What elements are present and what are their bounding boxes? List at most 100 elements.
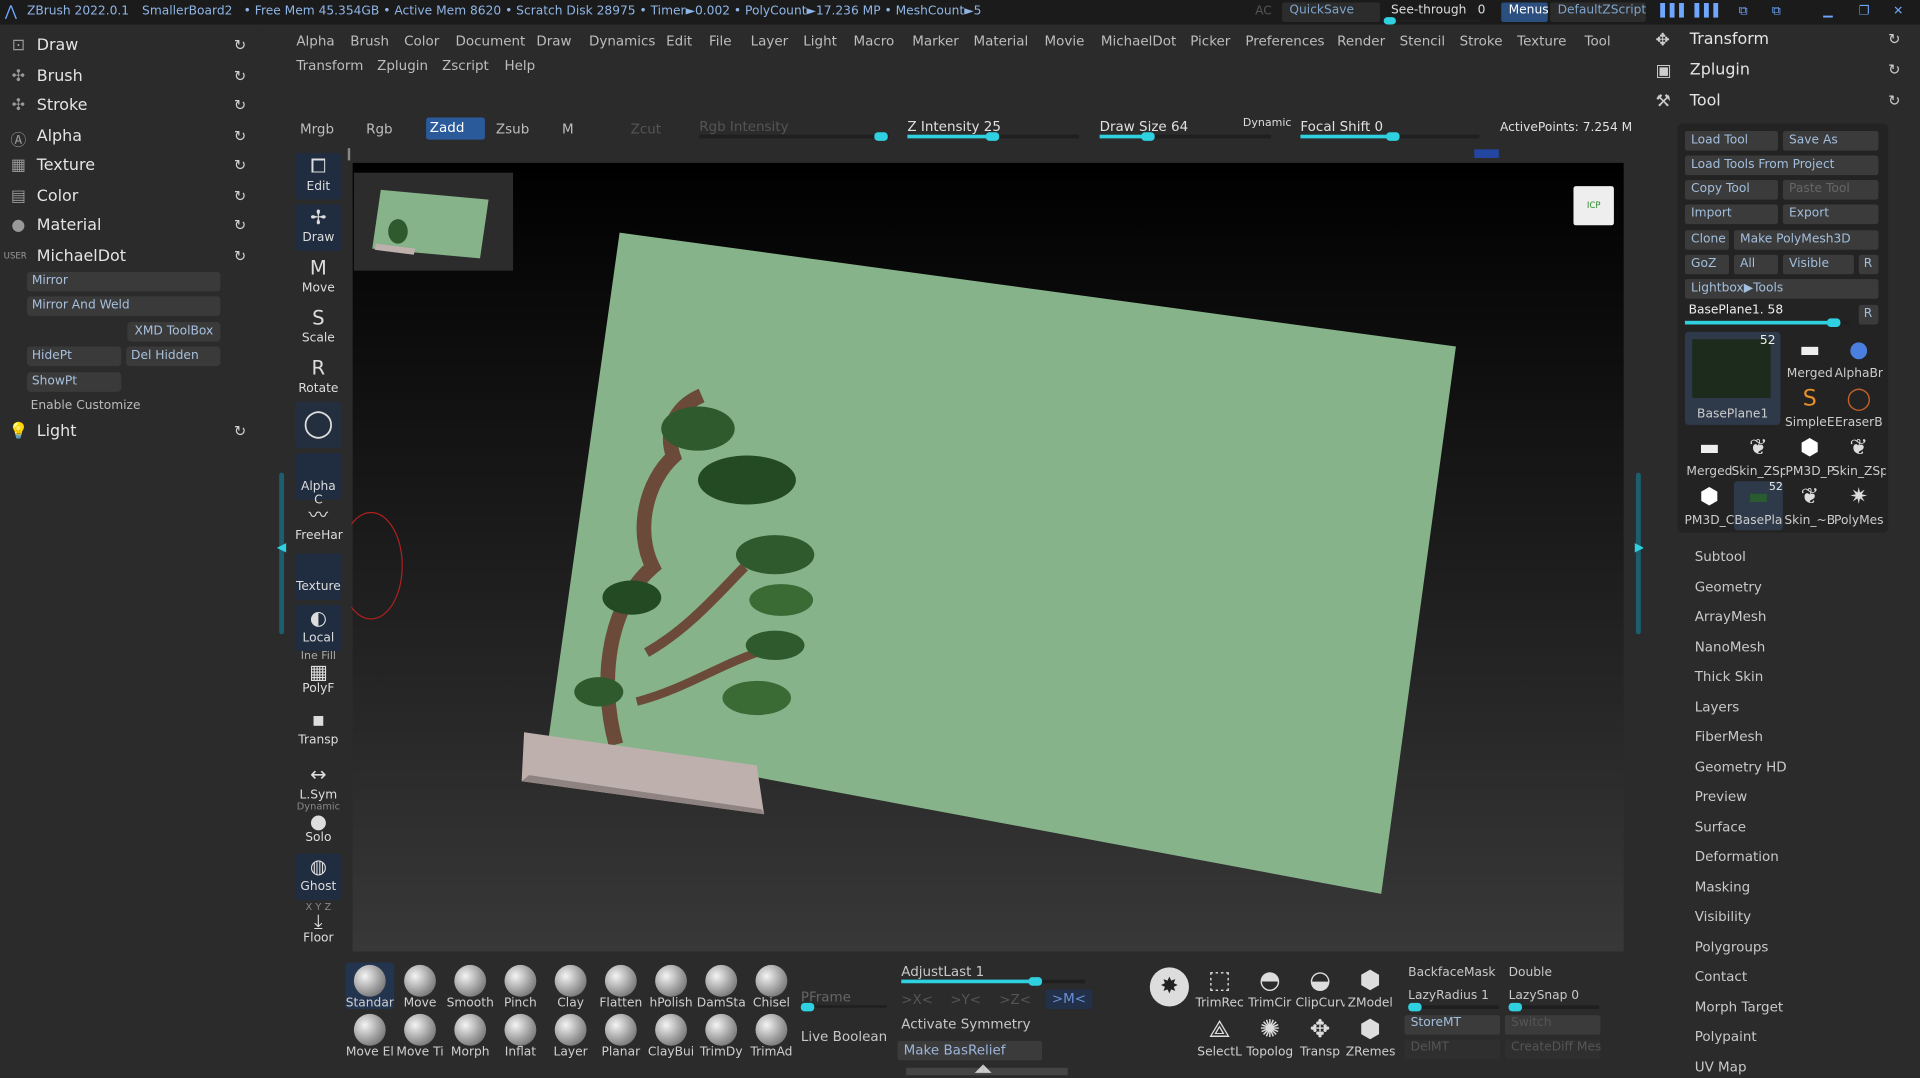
rgb-button[interactable]: Rgb [366, 121, 392, 137]
tool-trimrec[interactable]: ⬚ TrimRec [1195, 962, 1244, 1010]
lazy-radius-label[interactable]: LazyRadius 1 [1408, 989, 1489, 1002]
symmetry-x-button[interactable]: >X< [901, 992, 933, 1008]
subpalette-contact[interactable]: Contact [1695, 969, 1747, 985]
palette-alpha[interactable]: Ⓐ Alpha ↻ [0, 122, 260, 151]
subpalette-preview[interactable]: Preview [1695, 789, 1747, 805]
tool-thumbnail[interactable]: ▬ Merged [1685, 432, 1734, 481]
subpalette-masking[interactable]: Masking [1695, 879, 1751, 895]
menu-tool[interactable]: Tool [1585, 33, 1611, 49]
zadd-button[interactable]: Zadd [426, 117, 485, 140]
transp-button[interactable]: ▪ Transp [295, 707, 342, 754]
subpalette-polypaint[interactable]: Polypaint [1695, 1029, 1757, 1045]
zsub-button[interactable]: Zsub [496, 121, 529, 137]
collapse-left-icon[interactable]: ◀ [277, 541, 286, 554]
default-zscript-button[interactable]: DefaultZScript [1550, 2, 1646, 23]
subpalette-surface[interactable]: Surface [1695, 819, 1746, 835]
tool-thumbnail[interactable]: ❦ Skin_~B [1784, 481, 1835, 530]
subpalette-layers[interactable]: Layers [1695, 699, 1740, 715]
load-tools-from-project-button[interactable]: Load Tools From Project [1684, 155, 1879, 176]
dynamic-toggle[interactable]: Dynamic [1243, 118, 1292, 130]
palette-texture[interactable]: ▦ Texture ↻ [0, 152, 260, 181]
refresh-icon[interactable]: ↻ [1888, 61, 1900, 78]
camera-view-widget[interactable]: ICP [1573, 186, 1614, 226]
refresh-icon[interactable]: ↻ [1888, 31, 1900, 48]
focal-shift-slider[interactable] [1300, 132, 1480, 141]
menu-stroke[interactable]: Stroke [1460, 33, 1503, 49]
menu-material[interactable]: Material [973, 33, 1028, 49]
tool-thumbnail[interactable]: ✷ PolyMes [1834, 481, 1884, 530]
menu-transform[interactable]: Transform [296, 58, 363, 74]
rotate-button[interactable]: R Rotate [295, 355, 342, 402]
subpalette-geometry-hd[interactable]: Geometry HD [1695, 759, 1787, 775]
subpalette-uv-map[interactable]: UV Map [1695, 1059, 1747, 1075]
tool-thumbnail[interactable]: S SimpleE [1785, 383, 1835, 432]
scroll-arrows-icon[interactable]: ◢◣ [975, 1063, 992, 1075]
baseplane-slider-label[interactable]: BasePlane1. 58 [1689, 304, 1784, 317]
menu-zscript[interactable]: Zscript [442, 58, 489, 74]
clone-button[interactable]: Clone [1684, 230, 1729, 250]
menu-edit[interactable]: Edit [666, 33, 692, 49]
lazy-radius-slider[interactable] [1408, 1002, 1499, 1012]
stroke-selector-button[interactable]: 〰 FreeHar [295, 502, 343, 549]
m-button[interactable]: M [562, 121, 574, 137]
sculptris-mode-icon[interactable]: ✸ [1149, 967, 1189, 1007]
brush-damsta[interactable]: DamSta [697, 962, 746, 1010]
live-boolean-toggle[interactable]: Live Boolean [801, 1029, 887, 1045]
rgb-intensity-label[interactable]: Rgb Intensity [699, 119, 788, 135]
backface-mask-toggle[interactable]: BackfaceMask [1408, 966, 1495, 979]
edit-button[interactable]: ⧠ Edit [295, 153, 342, 200]
move-button[interactable]: M Move [295, 255, 342, 302]
brush-inflat[interactable]: Inflat [496, 1011, 545, 1059]
focal-shift-label[interactable]: Focal Shift 0 [1300, 119, 1383, 135]
activate-symmetry-button[interactable]: Activate Symmetry [901, 1016, 1030, 1032]
menu-help[interactable]: Help [504, 58, 535, 74]
refresh-icon[interactable]: ↻ [234, 217, 251, 234]
palette-draw[interactable]: ⊡ Draw ↻ [0, 32, 260, 61]
tool-thumbnail[interactable]: ▬ Merged [1785, 334, 1834, 383]
subpalette-subtool[interactable]: Subtool [1695, 549, 1746, 565]
pframe-slider[interactable] [800, 1002, 887, 1012]
polyf-button[interactable]: Ine Fill ▦ PolyF [295, 650, 342, 697]
lazy-snap-slider[interactable] [1508, 1002, 1600, 1012]
delmt-button[interactable]: DelMT [1404, 1039, 1501, 1060]
brush-trimdy[interactable]: TrimDy [697, 1011, 746, 1059]
refresh-icon[interactable]: ↻ [234, 67, 251, 84]
subpalette-visibility[interactable]: Visibility [1695, 909, 1751, 925]
brush-planar[interactable]: Planar [596, 1011, 645, 1059]
current-tool-thumbnail[interactable]: 52 BasePlane1 [1684, 331, 1781, 425]
brush-claybui[interactable]: ClayBui [647, 1011, 696, 1059]
palette-material[interactable]: ● Material ↻ [0, 212, 260, 241]
tool-thumbnail[interactable]: ❦ Skin_ZSp [1832, 432, 1886, 481]
menu-alpha[interactable]: Alpha [296, 33, 334, 49]
r-button[interactable]: R [1858, 254, 1879, 275]
menu-michaeldot[interactable]: MichaelDot [1101, 33, 1176, 49]
zcut-button[interactable]: Zcut [631, 121, 661, 137]
tool-thumbnail[interactable]: ◯ EraserB [1834, 383, 1883, 432]
brush-selector-button[interactable]: ◯ [295, 401, 342, 449]
switch-button[interactable]: Switch [1504, 1015, 1601, 1035]
subpalette-morph-target[interactable]: Morph Target [1695, 999, 1783, 1015]
menu-marker[interactable]: Marker [912, 33, 959, 49]
goz-button[interactable]: GoZ [1684, 254, 1729, 275]
refresh-icon[interactable]: ↻ [234, 247, 251, 264]
all-button[interactable]: All [1733, 254, 1778, 275]
baseplane-slider[interactable] [1684, 318, 1849, 327]
brush-layer[interactable]: Layer [546, 1011, 595, 1059]
enable-customize-label[interactable]: Enable Customize [31, 399, 141, 412]
palette-zplugin[interactable]: ▣ Zplugin ↻ [1653, 58, 1910, 87]
menu-light[interactable]: Light [803, 33, 837, 49]
menu-layer[interactable]: Layer [751, 33, 789, 49]
brush-move-el[interactable]: Move El [345, 1011, 394, 1059]
menu-brush[interactable]: Brush [350, 33, 389, 49]
refresh-icon[interactable]: ↻ [234, 422, 251, 439]
floor-button[interactable]: X Y Z ⤓ Floor [295, 901, 342, 948]
menu-preferences[interactable]: Preferences [1245, 33, 1324, 49]
import-button[interactable]: Import [1684, 204, 1778, 225]
hidept-button[interactable]: HidePt [26, 346, 122, 367]
tool-clipcurv[interactable]: ◒ ClipCurv [1296, 962, 1345, 1010]
tool-thumbnail[interactable]: ⬢ PM3D_C [1684, 481, 1734, 530]
brush-move[interactable]: Move [396, 962, 445, 1010]
adjust-last-slider[interactable] [901, 977, 1085, 986]
refresh-icon[interactable]: ↻ [234, 157, 251, 174]
menu-macro[interactable]: Macro [853, 33, 894, 49]
